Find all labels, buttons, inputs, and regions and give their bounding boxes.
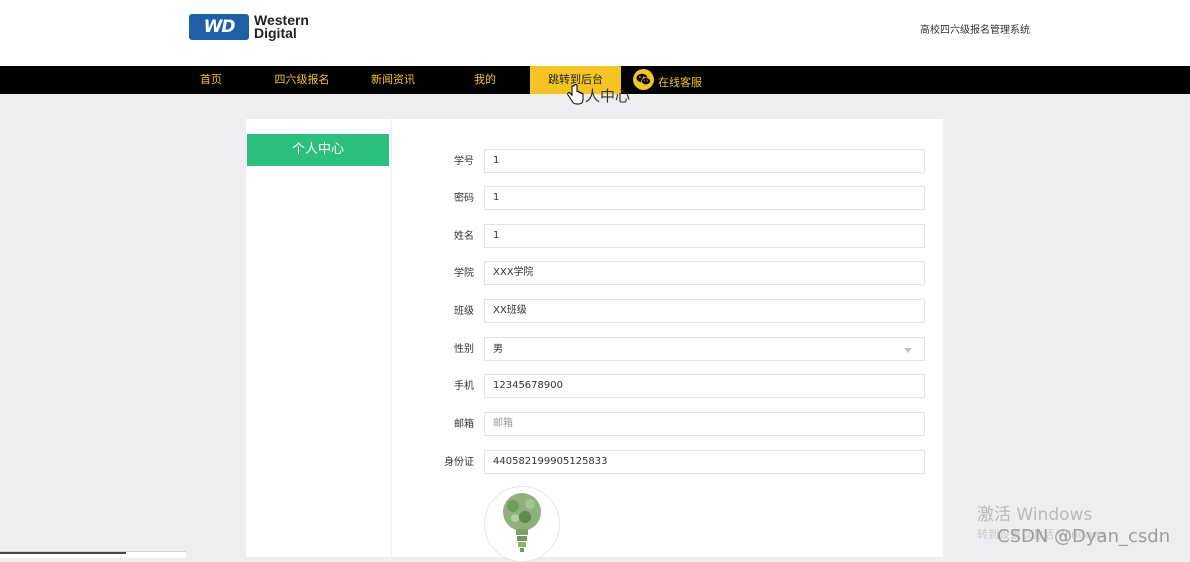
form-row-college: 学院: [392, 261, 943, 287]
scrollbar-thumb[interactable]: [0, 552, 126, 554]
name-input[interactable]: [484, 224, 925, 248]
student-no-input[interactable]: [484, 149, 925, 173]
gender-label: 性别: [454, 344, 474, 355]
form-row-password: 密码: [392, 186, 943, 212]
avatar[interactable]: [484, 486, 560, 562]
online-service-button[interactable]: 在线客服: [633, 69, 702, 90]
college-label: 学院: [454, 268, 474, 279]
form-row-class: 班级: [392, 299, 943, 325]
student-no-label: 学号: [454, 156, 474, 167]
password-label: 密码: [454, 193, 474, 204]
form-row-id-card: 身份证: [392, 450, 943, 476]
nav-news[interactable]: 新闻资讯: [358, 66, 428, 94]
header: WD Western Digital 高校四六级报名管理系统: [0, 0, 1190, 66]
phone-input[interactable]: [484, 374, 925, 398]
nav-mine[interactable]: 我的: [460, 66, 510, 94]
class-label: 班级: [454, 306, 474, 317]
form-row-phone: 手机: [392, 374, 943, 400]
online-service-label: 在线客服: [658, 75, 702, 89]
college-input[interactable]: [484, 261, 925, 285]
form-row-name: 姓名: [392, 224, 943, 250]
form-row-email: 邮箱: [392, 412, 943, 438]
sidebar-item-personal-center[interactable]: 个人中心: [247, 134, 389, 166]
page-heading: 人中心: [585, 87, 631, 105]
email-input[interactable]: [484, 412, 925, 436]
class-input[interactable]: [484, 299, 925, 323]
email-label: 邮箱: [454, 419, 474, 430]
form-row-student-no: 学号: [392, 149, 943, 175]
wechat-icon: [633, 69, 654, 90]
hand-cursor-icon: [567, 84, 584, 105]
password-input[interactable]: [484, 186, 925, 210]
chevron-down-icon: [904, 348, 912, 353]
nav-exam-registration[interactable]: 四六级报名: [263, 66, 341, 94]
logo[interactable]: WD Western Digital: [189, 13, 309, 41]
logo-text: Western Digital: [254, 13, 309, 41]
sidebar: 个人中心: [246, 119, 391, 557]
nav-home[interactable]: 首页: [186, 66, 236, 94]
lightbulb-tree-icon: [503, 493, 541, 552]
id-card-label: 身份证: [444, 457, 474, 468]
form-row-gender: 性别 男: [392, 337, 943, 363]
logo-line2: Digital: [254, 25, 297, 41]
phone-label: 手机: [454, 381, 474, 392]
windows-activation-watermark: 激活 Windows: [977, 505, 1093, 525]
site-title: 高校四六级报名管理系统: [920, 25, 1030, 36]
gender-selected-value: 男: [493, 344, 503, 355]
csdn-watermark: CSDN @Dyan_csdn: [997, 526, 1171, 547]
logo-badge: WD: [189, 14, 249, 40]
name-label: 姓名: [454, 231, 474, 242]
gender-select[interactable]: 男: [484, 337, 925, 361]
id-card-input[interactable]: [484, 450, 925, 474]
